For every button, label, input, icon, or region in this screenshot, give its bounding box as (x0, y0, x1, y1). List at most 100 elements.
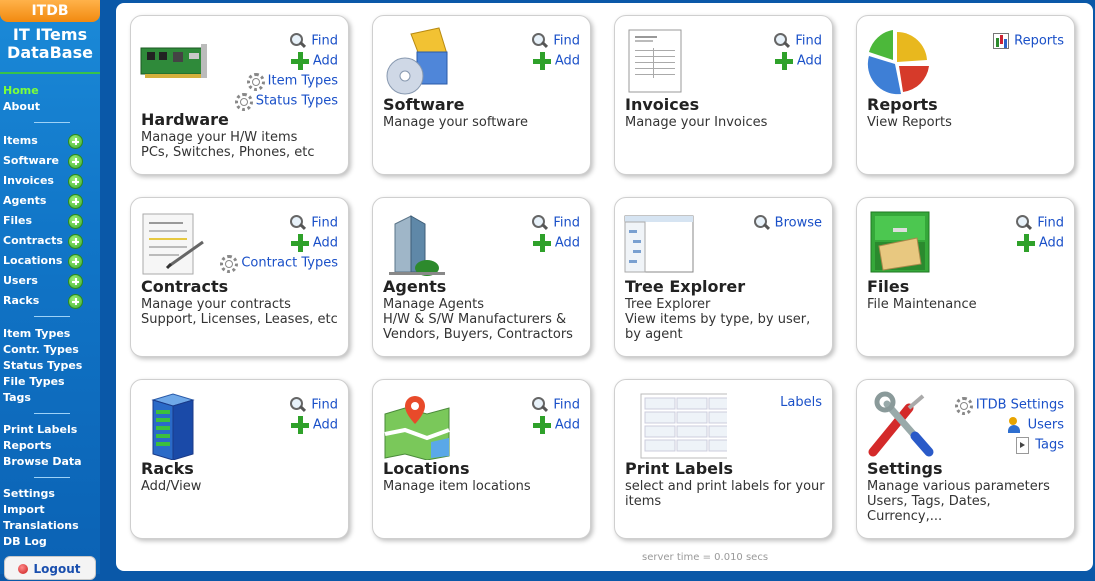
card-title[interactable]: Racks (141, 459, 194, 478)
tree-browse-link[interactable]: Browse (753, 214, 822, 233)
hardware-find-link[interactable]: Find (289, 32, 338, 51)
nav-home[interactable]: Home (3, 84, 39, 98)
nav-contract-types[interactable]: Contr. Types (3, 343, 79, 357)
card-title[interactable]: Settings (867, 459, 943, 478)
add-items-icon[interactable] (68, 134, 83, 149)
gear-icon (219, 254, 239, 273)
agents-find-link[interactable]: Find (531, 214, 580, 233)
card-title[interactable]: Software (383, 95, 464, 114)
nav-invoices[interactable]: Invoices (3, 174, 54, 188)
add-locations-icon[interactable] (68, 254, 83, 269)
add-users-icon[interactable] (68, 274, 83, 289)
nav-import[interactable]: Import (3, 503, 45, 517)
card-racks: Find Add Racks Add/View (130, 379, 349, 539)
card-desc: View items by type, by user, by agent (625, 312, 811, 342)
files-add-link[interactable]: Add (1016, 234, 1064, 253)
invoices-find-link[interactable]: Find (773, 32, 822, 51)
add-agents-icon[interactable] (68, 194, 83, 209)
nav-agents[interactable]: Agents (3, 194, 46, 208)
nav-racks[interactable]: Racks (3, 294, 39, 308)
nav-reports[interactable]: Reports (3, 439, 52, 453)
nav-locations[interactable]: Locations (3, 254, 62, 268)
server-time: server time = 0.010 secs (642, 552, 769, 563)
card-invoices: Find Add Invoices Manage your Invoices (614, 15, 833, 175)
nav-software[interactable]: Software (3, 154, 59, 168)
nav-db-log[interactable]: DB Log (3, 535, 47, 549)
card-desc: select and print labels for your items (625, 479, 825, 509)
nav-users[interactable]: Users (3, 274, 38, 288)
hardware-status-types-link[interactable]: Status Types (234, 92, 338, 111)
card-title[interactable]: Locations (383, 459, 470, 478)
agents-add-link[interactable]: Add (532, 234, 580, 253)
contracts-add-link[interactable]: Add (290, 234, 338, 253)
software-add-link[interactable]: Add (532, 52, 580, 71)
add-contracts-icon[interactable] (68, 234, 83, 249)
card-title[interactable]: Files (867, 277, 909, 296)
contracts-find-link[interactable]: Find (289, 214, 338, 233)
add-invoices-icon[interactable] (68, 174, 83, 189)
add-software-icon[interactable] (68, 154, 83, 169)
card-desc: Support, Licenses, Leases, etc (141, 312, 338, 327)
bar-chart-icon (992, 32, 1010, 50)
nav-browse-data[interactable]: Browse Data (3, 455, 82, 469)
locations-find-link[interactable]: Find (531, 396, 580, 415)
add-files-icon[interactable] (68, 214, 83, 229)
card-desc: H/W & S/W Manufacturers & Vendors, Buyer… (383, 312, 573, 342)
labels-link[interactable]: Labels (780, 394, 822, 412)
add-plus-icon (532, 52, 551, 70)
add-racks-icon[interactable] (68, 294, 83, 309)
card-title[interactable]: Reports (867, 95, 938, 114)
nav-file-types[interactable]: File Types (3, 375, 65, 389)
contracts-card-icon (142, 213, 204, 275)
add-plus-icon (290, 52, 309, 70)
nav-item-types[interactable]: Item Types (3, 327, 70, 341)
card-title[interactable]: Agents (383, 277, 446, 296)
users-icon (1006, 416, 1024, 434)
magnifier-icon (289, 32, 307, 50)
nav-print-labels[interactable]: Print Labels (3, 423, 77, 437)
card-title[interactable]: Print Labels (625, 459, 733, 478)
reports-link[interactable]: Reports (992, 32, 1064, 51)
magnifier-icon (289, 396, 307, 414)
nav-contracts[interactable]: Contracts (3, 234, 63, 248)
racks-add-link[interactable]: Add (290, 416, 338, 435)
locations-add-link[interactable]: Add (532, 416, 580, 435)
nav-settings[interactable]: Settings (3, 487, 55, 501)
brand-tab[interactable]: ITDB (0, 0, 100, 22)
software-find-link[interactable]: Find (531, 32, 580, 51)
settings-tags-link[interactable]: Tags (1013, 436, 1064, 455)
card-title[interactable]: Contracts (141, 277, 228, 296)
nav-about[interactable]: About (3, 100, 40, 114)
racks-find-link[interactable]: Find (289, 396, 338, 415)
card-title[interactable]: Hardware (141, 110, 229, 129)
gear-icon (246, 72, 265, 91)
card-print-labels: Labels Print Labels select and print lab… (614, 379, 833, 539)
card-title[interactable]: Tree Explorer (625, 277, 745, 296)
files-find-link[interactable]: Find (1015, 214, 1064, 233)
print-labels-card-icon (640, 393, 727, 459)
card-title[interactable]: Invoices (625, 95, 699, 114)
nav-translations[interactable]: Translations (3, 519, 79, 533)
card-files: Find Add Files File Maintenance (856, 197, 1075, 357)
hardware-item-types-link[interactable]: Item Types (246, 72, 338, 91)
locations-card-icon (384, 396, 450, 460)
settings-users-link[interactable]: Users (1006, 416, 1064, 435)
invoices-add-link[interactable]: Add (774, 52, 822, 71)
nav-separator (34, 477, 70, 478)
itdb-settings-link[interactable]: ITDB Settings (954, 396, 1064, 415)
card-desc: Manage various parameters (867, 479, 1050, 494)
nav-items[interactable]: Items (3, 134, 38, 148)
logout-button[interactable]: Logout (4, 556, 96, 580)
card-desc: Add/View (141, 479, 202, 494)
nav-files[interactable]: Files (3, 214, 32, 228)
magnifier-icon (531, 32, 549, 50)
hardware-add-link[interactable]: Add (290, 52, 338, 71)
nav-status-types[interactable]: Status Types (3, 359, 82, 373)
add-plus-icon (290, 416, 309, 434)
nav-tags[interactable]: Tags (3, 391, 31, 405)
card-desc: Manage item locations (383, 479, 531, 494)
brand-title-line2: DataBase (7, 43, 93, 62)
card-desc: File Maintenance (867, 297, 977, 312)
contracts-types-link[interactable]: Contract Types (219, 254, 338, 273)
reports-card-icon (867, 30, 929, 95)
